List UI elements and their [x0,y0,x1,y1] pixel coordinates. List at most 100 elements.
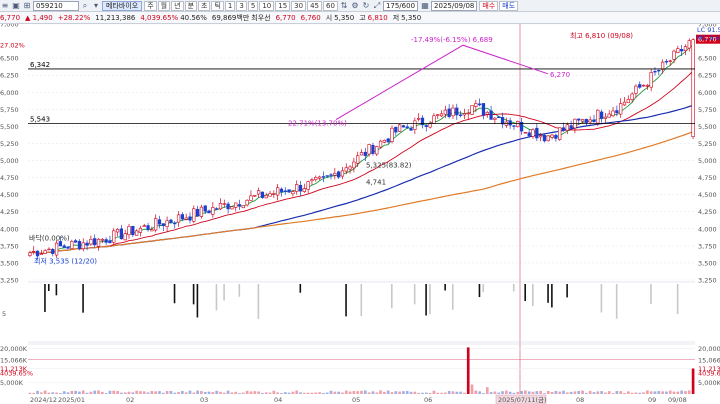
volume-bar [607,391,611,394]
price-tick-left: 3,250 [0,277,19,285]
quote-price: 6,770 [0,13,21,22]
dropdown-icon[interactable]: ▾ [91,1,101,11]
refresh-icon[interactable]: ↻ [361,1,371,11]
volume-bar [280,393,283,394]
candle-body [436,114,440,116]
candle-body [62,245,66,248]
candle-body [603,116,608,119]
candle-body [222,203,226,205]
start-note: 바닥(0.00%) [29,233,70,242]
candle-body [180,214,184,220]
volume-bar [516,391,520,394]
candle-body [253,195,257,197]
volume-bar [97,390,100,394]
period-minute-button[interactable]: 분 [184,0,198,11]
candle-body [588,119,592,123]
period-month-button[interactable]: 년 [171,0,184,11]
volume-bar [283,392,287,394]
minute-10-button[interactable]: 10 [259,0,275,11]
quote-volume: 11,213,386 [95,13,136,22]
volume-bar [512,392,516,394]
buy-button[interactable]: 매수 [479,0,499,11]
candle-body [298,184,303,192]
volume-bar [238,393,241,394]
candle-body [394,126,398,133]
candle-body [131,225,135,236]
candle-body [375,146,379,155]
candle-body [47,248,51,251]
stock-code-input[interactable]: 059210 [33,0,79,11]
volume-bar [455,391,459,394]
volume-bar [234,391,238,394]
price-tick-left: 5,250 [0,140,19,148]
candle-body [653,71,657,73]
volume-bar [638,392,642,394]
volume-bar [142,391,146,394]
candle-body [245,199,249,206]
volume-bar [447,390,451,394]
calendar-icon[interactable]: ▦ [420,1,430,11]
lock-icon[interactable]: ▣ [11,1,21,11]
period-tick-button[interactable]: 틱 [211,0,224,11]
volume-bar [108,390,112,394]
candle-body [279,188,284,192]
candle-body [329,174,333,176]
volume-bar [173,392,177,394]
settings-icon[interactable]: ⚙ [350,1,360,11]
chart-type-icon[interactable]: ⊞ [22,1,32,11]
volume-bar [554,390,558,394]
period-day-button[interactable]: 주 [144,0,157,11]
volume-bar [535,391,539,394]
signal-bar [44,284,46,313]
candle-body [195,208,200,217]
candle-body [592,119,596,123]
minute-60-button[interactable]: 60 [323,0,338,11]
candle-body [367,144,371,155]
period-week-button[interactable]: 월 [157,0,171,11]
price-chart[interactable]: 6,342 5,543 22.71%(13.70%) -17.49%(-6.15%) … [0,24,720,404]
quote-amount: 69,869백만 [211,13,250,22]
period-second-button[interactable]: 초 [198,0,211,11]
candle-body [554,134,558,139]
candle-body [333,172,337,176]
chart-window: ≡ ▣ ⊞ 059210 ⌕ ▾ 메타바이오 주 월 년 분 초 틱 1 3 5… [0,0,720,404]
candle-body [310,179,314,182]
zoom-icon[interactable]: ⤢ [372,1,382,11]
volume-bar [604,392,607,394]
candle-body [580,119,585,122]
candle-body [96,238,101,247]
bar-count-field[interactable]: 175/600 [382,0,419,11]
sell-button[interactable]: 매도 [499,0,519,11]
volume-bar [451,391,455,394]
search-icon[interactable]: ⌕ [80,1,90,11]
price-tick-right: 4,000 [698,225,717,233]
minute-3-button[interactable]: 3 [236,0,247,11]
menu-icon[interactable]: ≡ [0,1,10,11]
volume-bar [676,391,680,394]
candle-body [634,85,638,94]
volume-bar [520,390,523,394]
volume-bar [600,391,603,394]
quote-open-label: 시 [325,13,333,22]
volume-bar [577,390,581,394]
quote-change-pct: +28.22% [57,13,91,22]
price-tick-left: 7,000 [0,24,19,29]
candle-body [455,107,459,116]
volume-bar [550,391,554,394]
date-field[interactable]: 2025/09/08 [431,0,478,11]
minute-45-button[interactable]: 45 [307,0,323,11]
stepper-icon[interactable]: ⇅ [339,1,349,11]
candle-body [237,204,242,207]
minute-30-button[interactable]: 30 [291,0,307,11]
quote-best2: 6,760 [300,13,321,22]
price-tick-right: 3,500 [698,259,717,267]
minute-5-button[interactable]: 5 [247,0,259,11]
minute-15-button[interactable]: 15 [275,0,291,11]
date-tick: 08 [576,396,584,404]
volume-tick-left: 5,000K [0,379,24,387]
quote-open: 5,350 [334,13,355,22]
volume-bar [329,390,333,394]
volume-bar [40,392,43,394]
stock-name[interactable]: 메타바이오 [102,0,143,11]
minute-1-button[interactable]: 1 [224,0,236,11]
